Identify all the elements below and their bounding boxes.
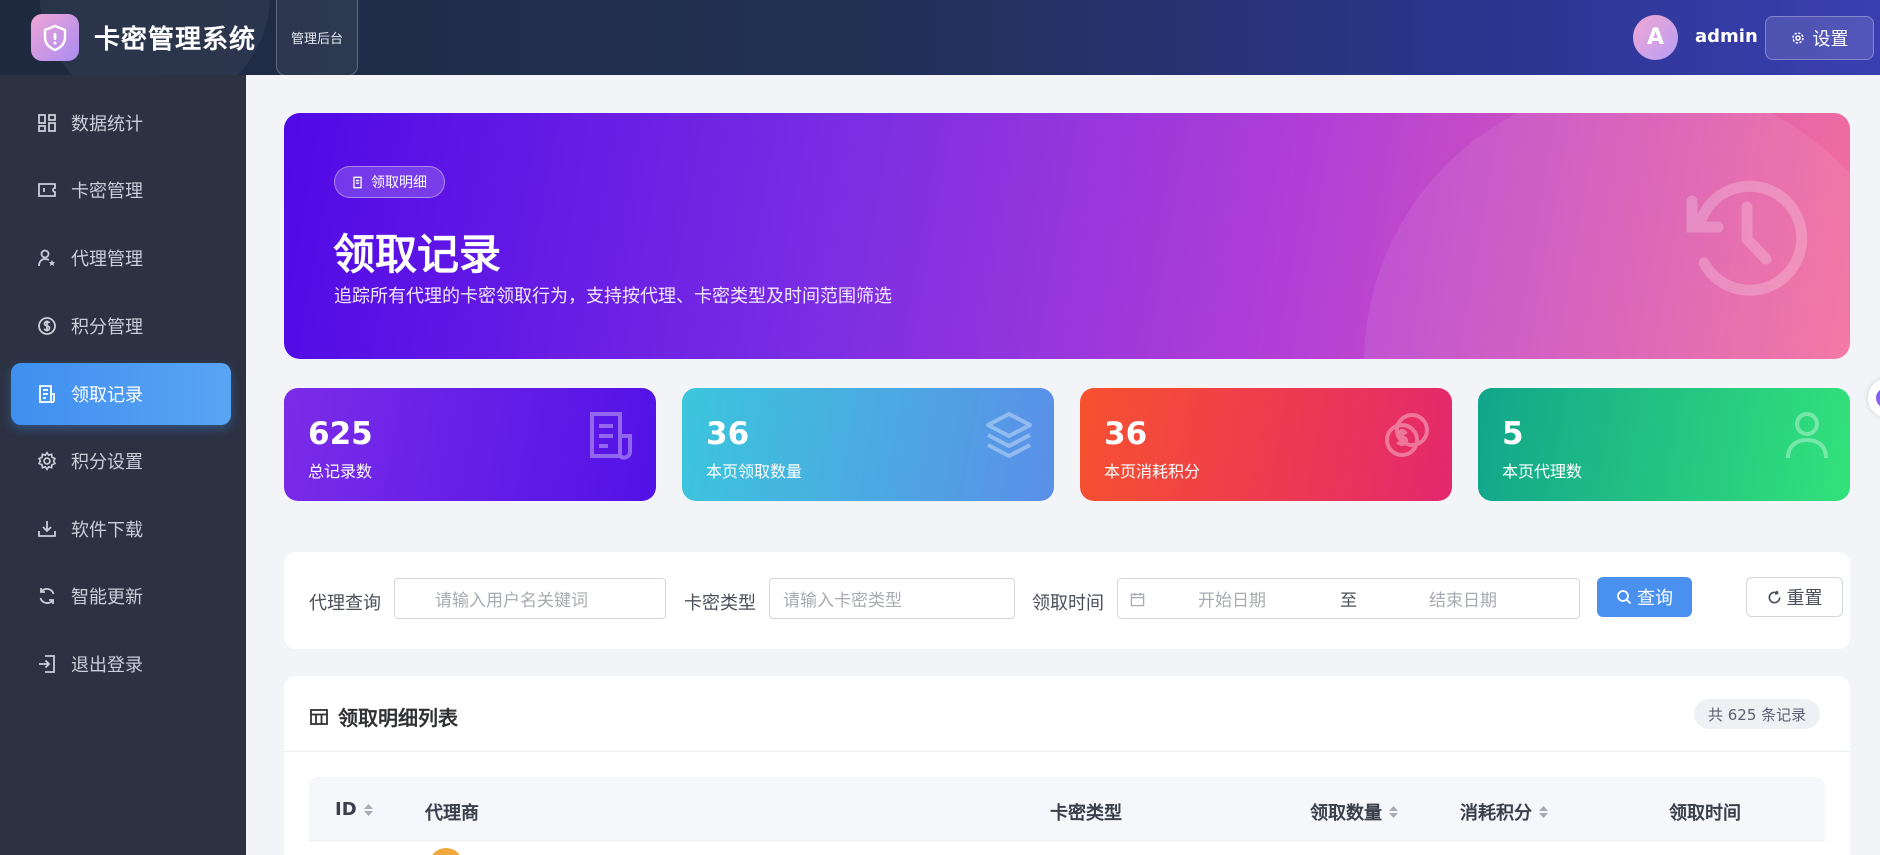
banner-chip-label: 领取明细 — [371, 175, 427, 191]
column-header-points-used[interactable]: 消耗积分 — [1460, 799, 1549, 825]
document-icon — [39, 385, 55, 404]
user-star-icon — [38, 249, 55, 267]
gear-icon — [37, 451, 57, 471]
download-icon — [38, 521, 56, 537]
settings-label: 设置 — [1812, 29, 1849, 50]
sidebar-item-agents[interactable]: 代理管理 — [11, 227, 231, 289]
gear-icon — [1791, 32, 1804, 44]
sort-icon — [1539, 806, 1548, 818]
dashboard-icon — [38, 114, 56, 132]
document-icon — [590, 412, 632, 460]
sidebar-item-software-download[interactable]: 软件下载 — [11, 498, 231, 560]
column-header-id[interactable]: ID — [335, 799, 374, 820]
end-date-input[interactable]: 结束日期 — [1429, 586, 1497, 611]
top-header: 卡密管理系统 管理后台 A admin 设置 — [0, 0, 1880, 75]
main-content: 领取明细 领取记录 追踪所有代理的卡密领取行为，支持按代理、卡密类型及时间范围筛… — [246, 75, 1880, 855]
ticket-icon — [38, 183, 56, 197]
agent-filter-label: 代理查询 — [309, 593, 381, 614]
sidebar-item-label: 积分管理 — [71, 317, 143, 338]
divider — [284, 751, 1850, 752]
query-label: 查询 — [1637, 588, 1673, 609]
stat-card-page-agent-count: 5 本页代理数 — [1478, 388, 1850, 501]
sidebar-item-label: 数据统计 — [71, 114, 143, 135]
search-icon — [1617, 590, 1632, 605]
coin-icon — [38, 317, 56, 335]
agent-avatar — [429, 848, 463, 855]
page-title: 领取记录 — [333, 230, 502, 279]
stat-label: 本页消耗积分 — [1104, 462, 1201, 481]
layers-icon — [986, 412, 1032, 458]
document-icon — [353, 176, 362, 188]
sort-icon — [1389, 806, 1398, 818]
user-icon — [1786, 412, 1828, 459]
stat-card-page-claim-count: 36 本页领取数量 — [682, 388, 1054, 501]
reset-label: 重置 — [1786, 588, 1823, 609]
calendar-icon — [1130, 592, 1145, 607]
stat-label: 本页领取数量 — [706, 462, 803, 481]
filter-bar: 代理查询 请输入用户名关键词 卡密类型 请输入卡密类型 领取时间 开始日期 至 … — [284, 552, 1850, 649]
sidebar-item-label: 积分设置 — [71, 452, 143, 473]
refresh-icon — [39, 588, 55, 604]
stat-label: 本页代理数 — [1502, 462, 1583, 481]
stat-card-page-points-used: 36 本页消耗积分 — [1080, 388, 1452, 501]
start-date-input[interactable]: 开始日期 — [1198, 586, 1266, 611]
date-range-picker[interactable]: 开始日期 至 结束日期 — [1117, 578, 1580, 619]
sidebar-item-points-settings[interactable]: 积分设置 — [11, 430, 231, 492]
admin-console-badge: 管理后台 — [276, 0, 358, 75]
table-title-text: 领取明细列表 — [338, 706, 458, 730]
claim-time-label: 领取时间 — [1032, 593, 1104, 614]
sidebar-item-label: 软件下载 — [71, 520, 143, 541]
history-icon — [1686, 180, 1808, 296]
table-icon — [310, 708, 328, 725]
sidebar-item-label: 代理管理 — [71, 249, 143, 270]
claim-detail-table-card: 领取明细列表 共 625 条记录 ID 代理商 卡密类型 领取数量 消耗积分 领… — [284, 676, 1850, 855]
column-header-agent: 代理商 — [425, 803, 479, 824]
sort-icon — [363, 803, 373, 816]
column-header-claim-quantity[interactable]: 领取数量 — [1310, 799, 1399, 825]
shield-logo-icon — [31, 14, 79, 61]
coins-icon — [1385, 413, 1429, 457]
page-banner: 领取明细 领取记录 追踪所有代理的卡密领取行为，支持按代理、卡密类型及时间范围筛… — [284, 113, 1850, 359]
settings-button[interactable]: 设置 — [1765, 16, 1874, 60]
refresh-icon — [1768, 590, 1780, 603]
sidebar-item-label: 智能更新 — [71, 587, 143, 608]
sidebar-item-claim-records[interactable]: 领取记录 — [11, 363, 231, 425]
agent-search-input[interactable]: 请输入用户名关键词 — [394, 578, 666, 619]
sidebar-item-logout[interactable]: 退出登录 — [11, 633, 231, 695]
table-title: 领取明细列表 — [310, 702, 458, 731]
stat-card-total-records: 625 总记录数 — [284, 388, 656, 501]
banner-chip: 领取明细 — [334, 166, 445, 198]
sidebar-item-points[interactable]: 积分管理 — [11, 295, 231, 357]
table-header: ID 代理商 卡密类型 领取数量 消耗积分 领取时间 — [309, 777, 1825, 841]
logout-icon — [39, 655, 55, 673]
card-type-input[interactable]: 请输入卡密类型 — [769, 578, 1015, 619]
stat-value: 625 — [308, 416, 373, 452]
stat-label: 总记录数 — [308, 462, 373, 481]
sidebar-item-cards[interactable]: 卡密管理 — [11, 159, 231, 221]
username[interactable]: admin — [1695, 26, 1758, 47]
sidebar-item-label: 领取记录 — [71, 385, 143, 406]
date-range-separator: 至 — [1340, 591, 1357, 611]
stat-value: 36 — [706, 416, 750, 452]
sidebar: 数据统计 卡密管理 代理管理 积分管理 领取记录 积分设置 软件下载 智能更新 … — [0, 75, 246, 855]
page-subtitle: 追踪所有代理的卡密领取行为，支持按代理、卡密类型及时间范围筛选 — [334, 286, 892, 307]
record-count-badge: 共 625 条记录 — [1694, 699, 1821, 729]
sidebar-item-dashboard[interactable]: 数据统计 — [11, 92, 231, 154]
column-header-card-type: 卡密类型 — [1050, 803, 1122, 824]
user-avatar[interactable]: A — [1633, 15, 1678, 60]
stat-value: 36 — [1104, 416, 1148, 452]
stat-value: 5 — [1502, 416, 1524, 452]
query-button[interactable]: 查询 — [1597, 577, 1692, 617]
reset-button[interactable]: 重置 — [1746, 577, 1843, 617]
sidebar-item-smart-update[interactable]: 智能更新 — [11, 565, 231, 627]
sidebar-item-label: 卡密管理 — [71, 181, 143, 202]
column-header-claim-time: 领取时间 — [1669, 803, 1741, 824]
app-title: 卡密管理系统 — [94, 25, 257, 55]
sidebar-item-label: 退出登录 — [71, 655, 143, 676]
card-type-label: 卡密类型 — [684, 593, 756, 614]
